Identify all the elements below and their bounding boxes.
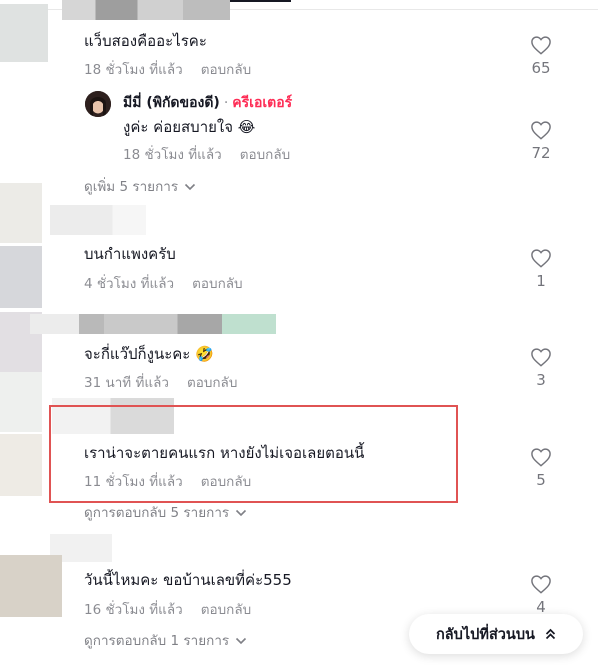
- creator-name[interactable]: มีมี่ (พิกัดของดี): [123, 95, 220, 111]
- comment-text: แว็บสองคืออะไรคะ: [84, 32, 207, 50]
- blurred-avatar: [0, 183, 42, 243]
- heart-icon: [531, 249, 551, 268]
- view-more-replies[interactable]: ดูการตอบกลับ 5 รายการ: [84, 504, 247, 522]
- heart-icon: [531, 36, 551, 55]
- like-button[interactable]: 4: [521, 574, 561, 617]
- view-more-label: ดูการตอบกลับ 1 รายการ: [84, 633, 230, 649]
- view-more-label: ดูการตอบกลับ 5 รายการ: [84, 505, 230, 521]
- reply-button[interactable]: ตอบกลับ: [201, 602, 251, 618]
- back-to-top-button[interactable]: กลับไปที่ส่วนบน: [409, 614, 583, 654]
- view-more-replies[interactable]: ดูเพิ่ม 5 รายการ: [84, 178, 196, 196]
- highlight-box: [49, 405, 458, 503]
- separator-dot: ·: [223, 95, 229, 111]
- reply-meta: 18 ชั่วโมง ที่แล้ว ตอบกลับ: [123, 146, 290, 164]
- blurred-username: [62, 0, 230, 20]
- chevron-down-icon: [185, 183, 196, 191]
- view-more-label: ดูเพิ่ม 5 รายการ: [84, 179, 179, 195]
- avatar-image: [85, 91, 111, 117]
- comment-text: วันนี้ไหมคะ ขอบ้านเลขที่ค่ะ555: [84, 571, 292, 589]
- comment-meta: 31 นาที ที่แล้ว ตอบกลับ: [84, 374, 237, 392]
- comment-meta: 4 ชั่วโมง ที่แล้ว ตอบกลับ: [84, 275, 243, 293]
- comment-time: 31 นาที ที่แล้ว: [84, 375, 169, 391]
- blurred-avatar: [0, 246, 42, 308]
- heart-icon: [531, 575, 551, 594]
- reply-button[interactable]: ตอบกลับ: [201, 62, 251, 78]
- like-count: 5: [536, 471, 546, 489]
- comment-time: 16 ชั่วโมง ที่แล้ว: [84, 602, 183, 618]
- comment-text: จะกี่แว๊ปก็งูนะคะ 🤣: [84, 345, 214, 363]
- comment-time: 4 ชั่วโมง ที่แล้ว: [84, 276, 175, 292]
- heart-icon: [531, 121, 551, 140]
- comment-time: 18 ชั่วโมง ที่แล้ว: [84, 62, 183, 78]
- like-button[interactable]: 5: [521, 447, 561, 490]
- comment-text: บนกำแพงครับ: [84, 245, 176, 263]
- heart-icon: [531, 448, 551, 467]
- like-count: 3: [536, 371, 546, 389]
- chevron-down-icon: [236, 509, 247, 517]
- comment-meta: 18 ชั่วโมง ที่แล้ว ตอบกลับ: [84, 61, 251, 79]
- reply-button[interactable]: ตอบกลับ: [187, 375, 237, 391]
- blurred-avatar: [0, 372, 42, 432]
- reply-text: งูค่ะ ค่อยสบายใจ 😂: [123, 118, 256, 136]
- reply-time: 18 ชั่วโมง ที่แล้ว: [123, 147, 222, 163]
- chevron-down-icon: [236, 637, 247, 645]
- like-button[interactable]: 65: [521, 35, 561, 78]
- heart-icon: [531, 348, 551, 367]
- blurred-avatar: [0, 434, 42, 496]
- like-count: 1: [536, 272, 546, 290]
- comment-meta: 16 ชั่วโมง ที่แล้ว ตอบกลับ: [84, 601, 251, 619]
- blurred-avatar: [0, 555, 62, 617]
- like-button[interactable]: 3: [521, 347, 561, 390]
- double-chevron-up-icon: [545, 628, 556, 640]
- like-button[interactable]: 1: [521, 248, 561, 291]
- blurred-username: [50, 205, 146, 235]
- creator-name-row: มีมี่ (พิกัดของดี) · ครีเอเตอร์: [123, 94, 292, 112]
- reply-button[interactable]: ตอบกลับ: [240, 147, 290, 163]
- creator-avatar[interactable]: [85, 91, 111, 117]
- blurred-avatar: [0, 4, 48, 62]
- reply-button[interactable]: ตอบกลับ: [192, 276, 242, 292]
- blurred-username: [30, 314, 276, 334]
- like-button[interactable]: 72: [521, 120, 561, 163]
- creator-badge: ครีเอเตอร์: [232, 95, 293, 111]
- like-count: 65: [531, 59, 551, 77]
- like-count: 72: [531, 144, 551, 162]
- view-more-replies[interactable]: ดูการตอบกลับ 1 รายการ: [84, 632, 247, 650]
- back-to-top-label: กลับไปที่ส่วนบน: [436, 626, 535, 643]
